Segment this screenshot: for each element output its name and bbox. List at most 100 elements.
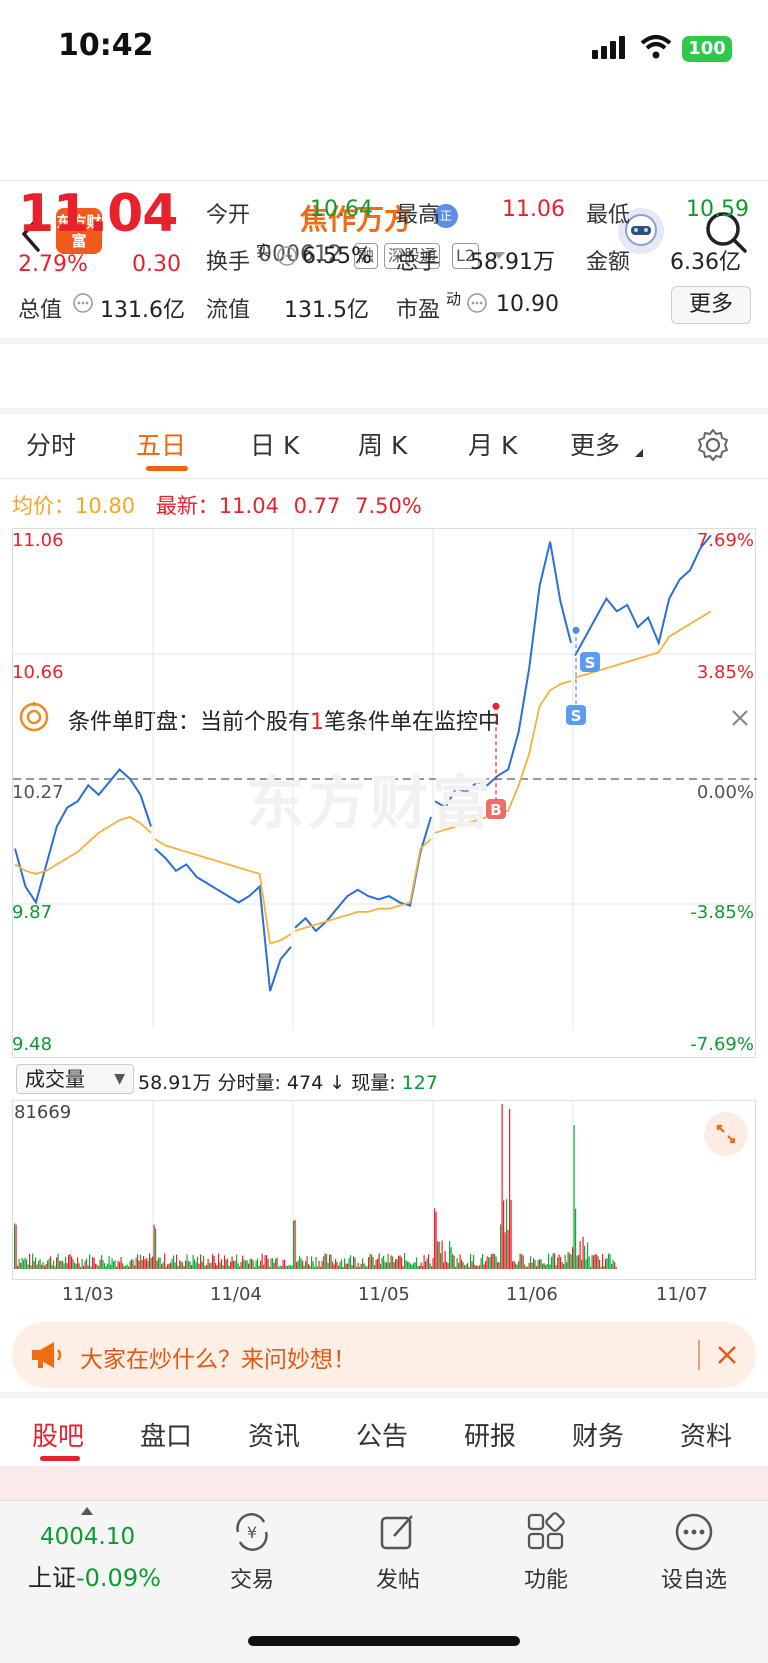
info-icon[interactable] (276, 245, 298, 267)
volume-bar (417, 1266, 419, 1269)
tab-five-day[interactable]: 五日 (136, 426, 186, 462)
volume-bar (107, 1263, 109, 1269)
tab-financials[interactable]: 财务 (572, 1416, 624, 1453)
volume-bar (246, 1260, 248, 1269)
volume-bar (569, 1253, 571, 1269)
volume-bar (515, 1263, 517, 1269)
caret-up-icon[interactable] (80, 1506, 94, 1516)
volume-bar (446, 1261, 448, 1269)
tab-more[interactable]: 更多 (570, 426, 620, 462)
tab-intraday[interactable]: 分时 (26, 426, 76, 462)
volume-bar (560, 1256, 562, 1269)
pe-label: 市盈 (396, 298, 441, 323)
volume-bar (65, 1256, 67, 1269)
tab-daily-k[interactable]: 日 K (250, 426, 299, 462)
volume-bar (477, 1266, 479, 1269)
volume-bar (210, 1262, 212, 1269)
volume-bar (84, 1260, 86, 1269)
volume-bar (554, 1253, 556, 1269)
tab-news[interactable]: 资讯 (248, 1416, 300, 1453)
volume-bar (429, 1263, 431, 1269)
volume-bar (119, 1262, 121, 1269)
volume-bar (188, 1261, 190, 1269)
volume-bar (77, 1257, 79, 1269)
volume-bar (306, 1256, 308, 1269)
turnover-sup: 实 (256, 242, 272, 260)
volume-chart[interactable] (12, 1100, 756, 1280)
volume-bar (525, 1266, 527, 1269)
volume-bar (60, 1260, 62, 1269)
trade-button[interactable]: 交易 (192, 1562, 312, 1594)
tab-profile[interactable]: 资料 (680, 1416, 732, 1453)
tab-order-book[interactable]: 盘口 (140, 1416, 192, 1453)
functions-button[interactable]: 功能 (486, 1562, 606, 1594)
post-button[interactable]: 发帖 (338, 1562, 458, 1594)
volume-bar (611, 1263, 613, 1269)
volume-bar (323, 1256, 325, 1269)
volume-bar (522, 1255, 524, 1269)
tab-announcements[interactable]: 公告 (356, 1416, 408, 1453)
volume-bar (549, 1264, 551, 1269)
volume-bar (54, 1266, 56, 1269)
volume-bar (114, 1260, 116, 1269)
ask-banner[interactable]: 大家在炒什么？来问妙想！ (12, 1322, 756, 1388)
volume-bar (567, 1252, 569, 1269)
gear-icon[interactable] (696, 428, 730, 462)
volume-bar (395, 1259, 397, 1269)
volume-bar (368, 1257, 370, 1269)
volume-bar (44, 1265, 46, 1269)
index-quote[interactable]: 上证-0.09% (28, 1558, 161, 1593)
volume-bar (300, 1258, 302, 1269)
volume-bar (359, 1266, 361, 1269)
volume-bar (552, 1253, 554, 1269)
volume-bar (389, 1262, 391, 1269)
close-icon[interactable] (716, 1344, 738, 1366)
volume-bar (404, 1253, 406, 1269)
info-icon[interactable] (466, 292, 488, 314)
functions-icon[interactable] (526, 1512, 566, 1552)
tab-forum[interactable]: 股吧 (32, 1416, 84, 1453)
more-icon[interactable] (674, 1512, 714, 1552)
amount-value: 6.36亿 (670, 250, 741, 275)
tab-weekly-k[interactable]: 周 K (358, 426, 407, 462)
volume-bar (74, 1262, 76, 1269)
add-watchlist-button[interactable]: 设自选 (634, 1562, 754, 1594)
volume-bar (75, 1264, 77, 1269)
volume-bar (507, 1229, 509, 1269)
volume-bar (390, 1255, 392, 1269)
index-value[interactable]: 4004.10 (40, 1524, 135, 1550)
volume-bar (530, 1256, 532, 1269)
turnover-value: 6.55% (302, 244, 372, 269)
volume-indicator-select[interactable]: 成交量 ▼ (16, 1064, 134, 1094)
x-tick-label: 11/04 (210, 1284, 262, 1305)
volume-bar (471, 1261, 473, 1269)
tab-research[interactable]: 研报 (464, 1416, 516, 1453)
tab-monthly-k[interactable]: 月 K (468, 426, 517, 462)
volume-bar (53, 1260, 55, 1269)
megaphone-icon (32, 1342, 62, 1368)
volume-bar (444, 1251, 446, 1269)
info-icon[interactable] (72, 292, 94, 314)
expand-chart-button[interactable] (704, 1112, 748, 1156)
volume-bar (230, 1261, 232, 1269)
volume-bar (492, 1253, 494, 1269)
more-quote-button[interactable]: 更多 (671, 286, 751, 324)
volume-bar (488, 1257, 490, 1269)
volume-bar (20, 1263, 22, 1269)
volume-bar (222, 1265, 224, 1269)
volume-bar (27, 1264, 29, 1269)
volume-bar (92, 1257, 94, 1269)
edit-post-icon[interactable] (378, 1512, 418, 1552)
volume-bar (414, 1262, 416, 1269)
low-value: 10.59 (686, 197, 749, 222)
volume-bar (245, 1260, 247, 1269)
volume-bar (215, 1263, 217, 1269)
volume-bar (479, 1265, 481, 1269)
volume-total: 58.91万 (138, 1072, 212, 1094)
volume-bar (141, 1260, 143, 1269)
condition-order-notice[interactable]: 条件单盯盘：当前个股有1笔条件单在监控中 (0, 344, 768, 735)
volume-bar (50, 1256, 52, 1269)
volume-bar (174, 1262, 176, 1269)
trade-icon[interactable]: ¥ (230, 1512, 274, 1552)
high-label: 最高 (396, 203, 441, 228)
